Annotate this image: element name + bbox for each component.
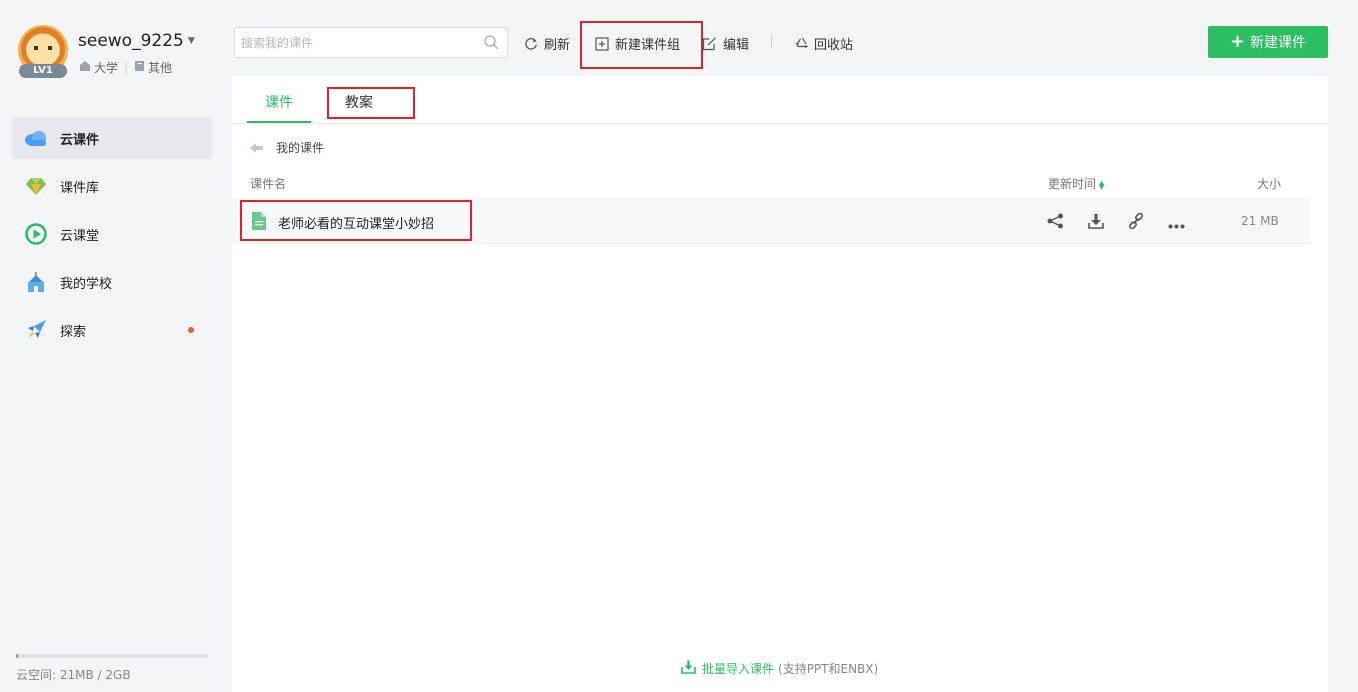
active-tab-indicator xyxy=(247,121,311,123)
book-icon xyxy=(134,60,145,75)
plus-square-icon xyxy=(595,36,609,51)
storage-usage-text: 云空间: 21MB / 2GB xyxy=(16,668,131,682)
user-tag-stage: 大学 xyxy=(94,61,119,75)
sidebar-item-label: 我的学校 xyxy=(60,276,113,292)
sidebar-item-cloud-classroom[interactable]: 云课堂 xyxy=(12,213,212,255)
sidebar: LV1 seewo_9225 ▼ 大学 | 其他 云课件 课件库 云课堂 我的学… xyxy=(0,0,222,692)
new-courseware-label: 新建课件 xyxy=(1250,35,1307,51)
plus-icon: + xyxy=(1229,31,1246,52)
back-arrow-icon[interactable] xyxy=(250,142,264,154)
batch-import-button[interactable]: 批量导入课件 (支持PPT和ENBX) xyxy=(681,660,878,677)
search-icon[interactable] xyxy=(484,35,499,54)
recycle-bin-button[interactable]: 回收站 xyxy=(795,34,853,53)
tab-bar: 课件 教案 xyxy=(232,76,1328,124)
school-building-icon xyxy=(24,270,48,294)
caret-down-icon: ▼ xyxy=(187,36,195,46)
sort-icon: ▲ ▼ xyxy=(1099,178,1105,191)
sidebar-item-courseware-library[interactable]: 课件库 xyxy=(12,165,212,207)
table-row[interactable]: 老师必看的互动课堂小妙招 21 MB xyxy=(232,198,1310,244)
new-group-label: 新建课件组 xyxy=(615,38,681,53)
edit-button[interactable]: 编辑 xyxy=(702,34,749,53)
search-input[interactable] xyxy=(235,28,475,57)
refresh-button[interactable]: 刷新 xyxy=(524,34,570,53)
breadcrumb-current: 我的课件 xyxy=(276,141,325,155)
main-panel: 课件 教案 我的课件 课件名 更新时间 ▲ ▼ 大小 老师必看的互动课堂小妙招 21… xyxy=(232,76,1328,692)
sidebar-item-label: 云课堂 xyxy=(60,228,100,244)
more-options-icon[interactable] xyxy=(1168,218,1185,233)
rocket-icon xyxy=(24,318,48,342)
username-label: seewo_9225 xyxy=(78,31,184,51)
file-document-icon xyxy=(252,212,266,234)
user-tags: 大学 | 其他 xyxy=(79,59,172,76)
sidebar-item-cloud-courseware[interactable]: 云课件 xyxy=(12,117,212,159)
download-icon[interactable] xyxy=(1088,213,1104,233)
storage-progress-fill xyxy=(16,654,19,658)
lion-face-shape xyxy=(26,34,60,66)
column-header-name: 课件名 xyxy=(250,177,287,191)
tag-divider: | xyxy=(124,60,129,75)
recycle-icon xyxy=(795,37,810,51)
username-dropdown[interactable]: seewo_9225 ▼ xyxy=(78,31,195,51)
sidebar-nav: 云课件 课件库 云课堂 我的学校 探索 xyxy=(12,117,212,357)
link-icon[interactable] xyxy=(1128,212,1144,233)
school-icon xyxy=(79,60,91,75)
import-icon xyxy=(681,660,696,677)
column-header-updated-label: 更新时间 xyxy=(1048,177,1097,191)
courseware-size: 21 MB xyxy=(1241,214,1279,228)
lion-eyes-shape xyxy=(34,46,52,50)
new-group-button[interactable]: 新建课件组 xyxy=(595,34,680,53)
courseware-name[interactable]: 老师必看的互动课堂小妙招 xyxy=(278,213,434,232)
level-badge: LV1 xyxy=(19,64,67,78)
play-circle-icon xyxy=(24,222,48,246)
edit-icon xyxy=(702,36,717,51)
library-icon xyxy=(24,174,48,198)
notification-dot xyxy=(188,327,194,333)
batch-import-label: 批量导入课件 xyxy=(702,662,775,676)
cloud-icon xyxy=(24,126,48,150)
tab-lesson-plan[interactable]: 教案 xyxy=(345,92,373,112)
storage-progress-bar xyxy=(16,654,208,658)
sidebar-item-explore[interactable]: 探索 xyxy=(12,309,212,351)
search-box[interactable] xyxy=(234,27,508,58)
new-courseware-button[interactable]: + 新建课件 xyxy=(1208,26,1328,58)
toolbar-divider xyxy=(771,35,772,48)
sidebar-item-my-school[interactable]: 我的学校 xyxy=(12,261,212,303)
breadcrumb: 我的课件 xyxy=(250,139,324,156)
user-tag-subject: 其他 xyxy=(148,61,173,75)
column-header-size: 大小 xyxy=(1257,177,1282,191)
batch-import-note: (支持PPT和ENBX) xyxy=(778,662,879,676)
recycle-bin-label: 回收站 xyxy=(814,38,854,53)
sidebar-item-label: 课件库 xyxy=(60,180,100,196)
share-icon[interactable] xyxy=(1047,213,1064,233)
tab-courseware[interactable]: 课件 xyxy=(265,92,293,112)
column-header-updated[interactable]: 更新时间 ▲ ▼ xyxy=(1048,175,1104,192)
sidebar-item-label: 云课件 xyxy=(60,132,100,148)
refresh-label: 刷新 xyxy=(544,38,571,53)
edit-label: 编辑 xyxy=(723,38,750,53)
refresh-icon xyxy=(524,37,538,51)
sidebar-item-label: 探索 xyxy=(60,324,87,340)
